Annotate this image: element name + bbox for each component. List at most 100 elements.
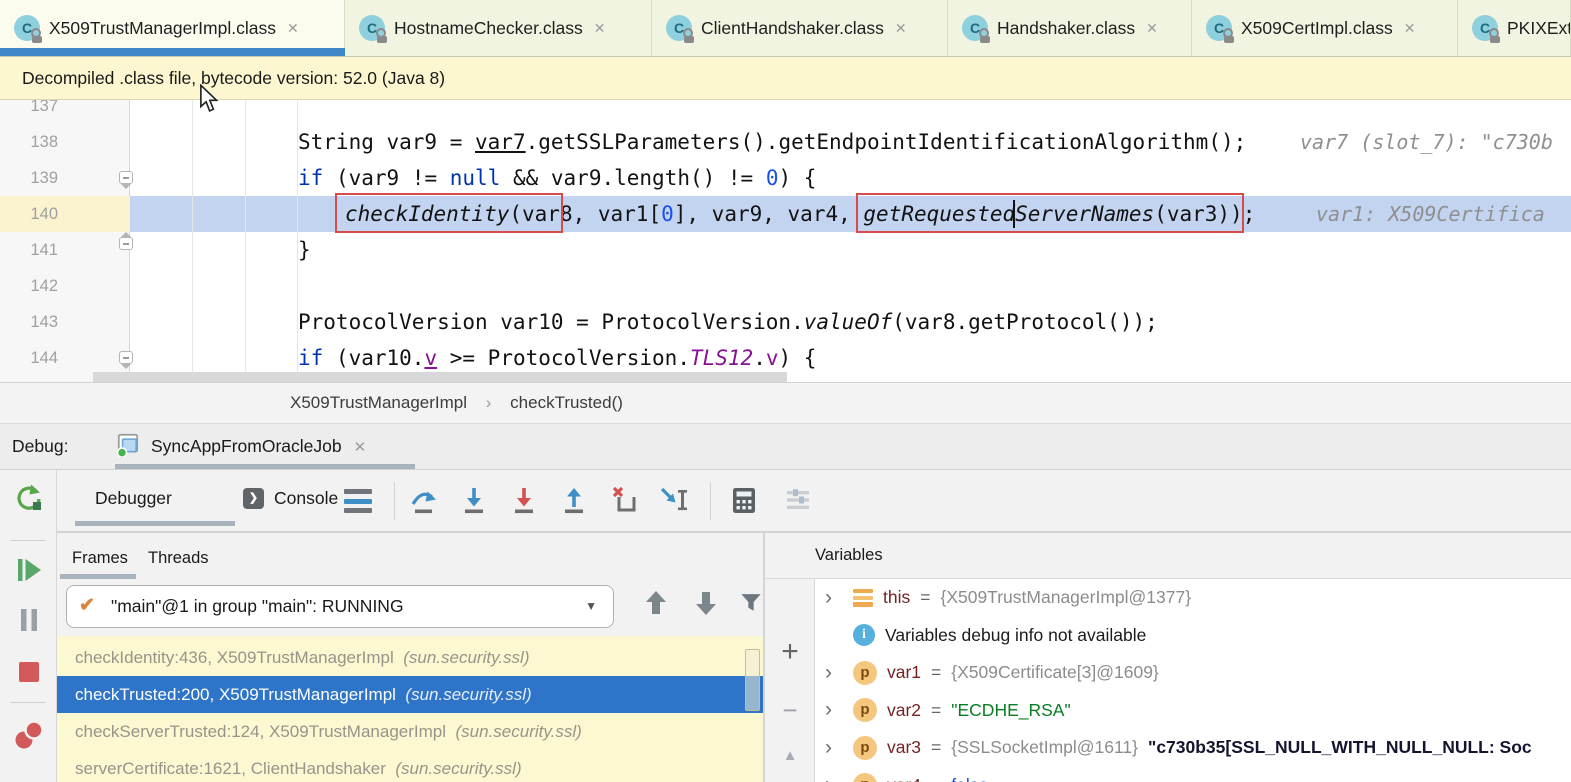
chevron-right-icon[interactable]: › bbox=[825, 701, 843, 719]
code-line[interactable]: if (var10.v >= ProtocolVersion.TLS12.v) … bbox=[0, 340, 1571, 376]
move-up-button[interactable]: ▲ bbox=[765, 747, 815, 764]
variables-header: Variables bbox=[765, 533, 1571, 579]
step-out-button[interactable] bbox=[558, 484, 590, 516]
chevron-right-icon[interactable]: › bbox=[825, 776, 843, 782]
fold-marker[interactable] bbox=[119, 351, 133, 364]
frame-row[interactable]: serverCertificate:1621, ClientHandshaker… bbox=[57, 750, 763, 782]
inline-debugger-hint: var7 (slot_7): "c730b bbox=[1300, 124, 1553, 160]
frame-up-button[interactable] bbox=[641, 588, 673, 620]
evaluate-expression-button[interactable] bbox=[728, 484, 760, 516]
class-icon-letter: C bbox=[674, 20, 684, 36]
frame-down-button[interactable] bbox=[691, 588, 723, 620]
variable-row-var4[interactable]: › p var4 = false bbox=[815, 767, 1571, 782]
variable-row-this[interactable]: › this = {X509TrustManagerImpl@1377} bbox=[815, 579, 1571, 617]
decompiled-banner: Decompiled .class file, bytecode version… bbox=[0, 57, 1571, 100]
variable-name: var2 bbox=[887, 700, 921, 721]
class-icon: C bbox=[962, 15, 988, 41]
class-icon: C bbox=[1206, 15, 1232, 41]
code-editor[interactable]: 137 138 139 140 141 142 143 144 String v… bbox=[0, 100, 1571, 382]
tab-debugger[interactable]: Debugger bbox=[95, 470, 172, 526]
breadcrumb-class[interactable]: X509TrustManagerImpl bbox=[290, 393, 467, 412]
annotation-box-getrequestedservernames bbox=[856, 193, 1244, 233]
tab-handshaker[interactable]: C Handshaker.class ✕ bbox=[948, 0, 1192, 56]
variable-row-var2[interactable]: › p var2 = "ECDHE_RSA" bbox=[815, 692, 1571, 730]
add-watch-button[interactable]: + bbox=[765, 635, 815, 669]
fold-marker[interactable] bbox=[119, 171, 133, 184]
variable-value-string: "c730b35[SSL_NULL_WITH_NULL_NULL: Soc bbox=[1148, 737, 1532, 758]
code-line-current[interactable]: checkIdentity(var8, var1[0], var9, var4,… bbox=[0, 196, 1571, 232]
breadcrumb-separator: › bbox=[486, 393, 492, 412]
variables-tree: › this = {X509TrustManagerImpl@1377} i V… bbox=[815, 579, 1571, 782]
close-icon[interactable]: ✕ bbox=[1146, 20, 1158, 37]
tab-hostnamechecker[interactable]: C HostnameChecker.class ✕ bbox=[345, 0, 652, 56]
session-tab-underline bbox=[115, 464, 415, 469]
toolbar-separator bbox=[10, 702, 46, 703]
toolbar-separator bbox=[10, 540, 46, 541]
code-line[interactable]: if (var9 != null && var9.length() != 0) … bbox=[0, 160, 1571, 196]
frame-row-selected[interactable]: checkTrusted:200, X509TrustManagerImpl (… bbox=[57, 676, 763, 713]
chevron-right-icon[interactable]: › bbox=[825, 589, 843, 607]
line-number: 142 bbox=[10, 268, 58, 304]
code-text: String var9 = var7.getSSLParameters().ge… bbox=[298, 124, 1246, 160]
parameter-icon: p bbox=[853, 773, 877, 782]
fold-marker[interactable] bbox=[119, 237, 133, 250]
frame-label: checkServerTrusted:124, X509TrustManager… bbox=[75, 722, 446, 741]
stop-button[interactable] bbox=[13, 656, 45, 688]
thread-selector-dropdown[interactable]: ✔ "main"@1 in group "main": RUNNING ▼ bbox=[66, 585, 614, 628]
equals-sign: = bbox=[931, 662, 941, 683]
tab-frames[interactable]: Frames bbox=[72, 541, 128, 575]
thread-selector-value: "main"@1 in group "main": RUNNING bbox=[111, 586, 404, 626]
chevron-right-icon[interactable]: › bbox=[825, 739, 843, 757]
frame-row[interactable]: checkServerTrusted:124, X509TrustManager… bbox=[57, 713, 763, 750]
close-icon[interactable]: ✕ bbox=[287, 20, 299, 37]
close-icon[interactable]: ✕ bbox=[354, 438, 367, 456]
equals-sign: = bbox=[931, 700, 941, 721]
tab-clienthandshaker[interactable]: C ClientHandshaker.class ✕ bbox=[652, 0, 948, 56]
close-icon[interactable]: ✕ bbox=[895, 20, 907, 37]
close-icon[interactable]: ✕ bbox=[1404, 20, 1416, 37]
frame-row[interactable]: checkIdentity:436, X509TrustManagerImpl … bbox=[57, 639, 763, 676]
thread-status-check-icon: ✔ bbox=[79, 586, 95, 626]
scrollbar-thumb[interactable] bbox=[745, 649, 760, 711]
force-step-into-button[interactable] bbox=[508, 484, 540, 516]
breadcrumb-method[interactable]: checkTrusted() bbox=[510, 393, 623, 412]
rerun-button[interactable] bbox=[12, 482, 44, 514]
layout-options-icon[interactable] bbox=[344, 489, 372, 513]
variable-name: var1 bbox=[887, 662, 921, 683]
code-line[interactable]: String var9 = var7.getSSLParameters().ge… bbox=[0, 124, 1571, 160]
tab-console[interactable]: ❯ Console bbox=[243, 470, 338, 526]
variable-name: this bbox=[883, 587, 910, 608]
resume-button[interactable] bbox=[13, 554, 45, 586]
parameter-icon: p bbox=[853, 736, 877, 760]
chevron-right-icon[interactable]: › bbox=[825, 664, 843, 682]
tab-x509certimpl[interactable]: C X509CertImpl.class ✕ bbox=[1192, 0, 1458, 56]
debug-session-tab[interactable]: SyncAppFromOracleJob ✕ bbox=[115, 424, 366, 469]
run-to-cursor-button[interactable] bbox=[658, 484, 690, 516]
view-breakpoints-button[interactable] bbox=[12, 718, 44, 750]
tab-pkixext[interactable]: C PKIXExt bbox=[1458, 0, 1571, 56]
mouse-cursor bbox=[198, 84, 220, 119]
frame-label: checkIdentity:436, X509TrustManagerImpl bbox=[75, 648, 394, 667]
pause-button[interactable] bbox=[13, 604, 45, 636]
class-icon: C bbox=[14, 15, 40, 41]
restore-layout-button[interactable] bbox=[782, 484, 814, 516]
step-into-button[interactable] bbox=[458, 484, 490, 516]
close-icon[interactable]: ✕ bbox=[594, 20, 606, 37]
filter-frames-icon[interactable] bbox=[737, 588, 763, 620]
code-line[interactable]: } bbox=[0, 232, 1571, 268]
variable-value-string: "ECDHE_RSA" bbox=[951, 700, 1070, 721]
drop-frame-button[interactable] bbox=[608, 484, 640, 516]
tab-threads[interactable]: Threads bbox=[148, 541, 209, 575]
variable-row-var1[interactable]: › p var1 = {X509Certificate[3]@1609} bbox=[815, 654, 1571, 692]
variable-row-var3[interactable]: › p var3 = {SSLSocketImpl@1611} "c730b35… bbox=[815, 729, 1571, 767]
class-icon: C bbox=[1472, 15, 1498, 41]
class-icon-letter: C bbox=[1214, 20, 1224, 36]
class-icon: C bbox=[359, 15, 385, 41]
code-line[interactable]: ProtocolVersion var10 = ProtocolVersion.… bbox=[0, 304, 1571, 340]
step-over-button[interactable] bbox=[408, 484, 440, 516]
class-icon-letter: C bbox=[367, 20, 377, 36]
remove-watch-button[interactable]: − bbox=[765, 695, 815, 726]
debugger-left-toolbar bbox=[0, 470, 57, 782]
variables-toolbar: + − ▲ ▼ bbox=[765, 579, 815, 782]
equals-sign: = bbox=[920, 587, 930, 608]
